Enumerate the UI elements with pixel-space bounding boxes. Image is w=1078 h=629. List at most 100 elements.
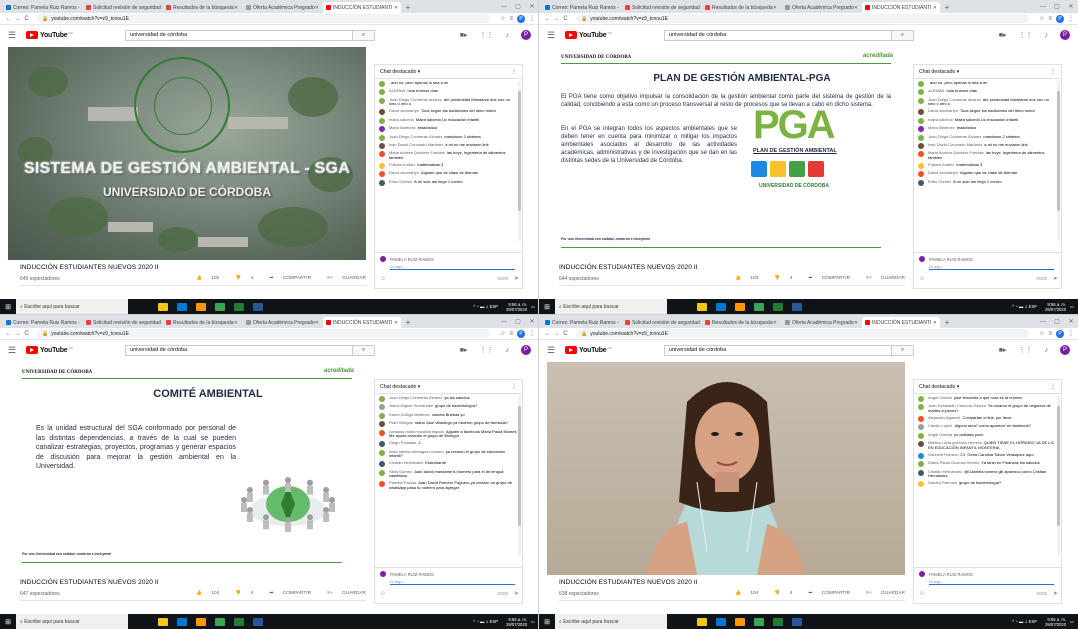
tab-close-icon[interactable]: ✕ bbox=[234, 320, 238, 326]
browser-tab[interactable]: Solicitud revisión de seguridad✕ bbox=[622, 2, 700, 13]
tab-close-icon[interactable]: ✕ bbox=[394, 320, 398, 326]
close-window-icon[interactable]: ✕ bbox=[525, 2, 539, 13]
search-input[interactable]: universidad de córdoba bbox=[125, 344, 354, 356]
minimize-icon[interactable]: — bbox=[1036, 317, 1050, 328]
tab-close-icon[interactable]: ✕ bbox=[315, 5, 319, 11]
url-field[interactable]: 🔒 youtube.com/watch?v=z9_tcnou1E bbox=[37, 14, 491, 23]
chat-header[interactable]: Chat destacado ▾ ⋮ bbox=[914, 380, 1061, 394]
store-icon[interactable] bbox=[716, 302, 726, 311]
tab-close-icon[interactable]: ✕ bbox=[315, 320, 319, 326]
hamburger-icon[interactable]: ☰ bbox=[8, 345, 22, 356]
file-explorer-icon[interactable] bbox=[697, 302, 707, 311]
chat-header[interactable]: Chat destacado ▾ ⋮ bbox=[914, 65, 1061, 79]
chat-scrollbar[interactable] bbox=[518, 81, 521, 241]
new-tab-button[interactable]: + bbox=[403, 317, 413, 328]
menu-icon[interactable]: ≡ bbox=[509, 16, 513, 22]
tab-close-icon[interactable]: ✕ bbox=[773, 5, 777, 11]
menu-icon[interactable]: ≡ bbox=[509, 331, 513, 337]
apps-grid-icon[interactable]: ⋮⋮ bbox=[1019, 31, 1033, 39]
dislike-button[interactable]: 👎 4 bbox=[766, 591, 792, 596]
create-video-icon[interactable]: ■▸ bbox=[999, 31, 1007, 39]
share-button[interactable]: ➦ COMPARTIR bbox=[800, 591, 850, 596]
create-video-icon[interactable]: ■▸ bbox=[999, 346, 1007, 354]
excel-icon[interactable] bbox=[234, 617, 244, 626]
emoji-icon[interactable]: ☺ bbox=[380, 276, 386, 282]
taskbar-search[interactable]: ⌕ Escribe aquí para buscar bbox=[555, 614, 667, 629]
notification-icon[interactable]: ▭ bbox=[531, 619, 535, 624]
dislike-button[interactable]: 👎 4 bbox=[227, 276, 253, 281]
back-icon[interactable]: ← bbox=[543, 331, 552, 337]
browser-tab[interactable]: Oferta Académica Pregrado ✕ bbox=[782, 317, 860, 328]
clock[interactable]: 9:56 a. m. 29/07/2020 bbox=[1041, 302, 1066, 312]
video-player[interactable]: UNIVERSIDAD DE CÓRDOBA acreditada COMITÉ A… bbox=[8, 362, 366, 575]
forward-icon[interactable]: → bbox=[13, 331, 22, 337]
browser-tab[interactable]: INDUCCIÓN ESTUDIANTI ✕ bbox=[862, 317, 940, 328]
minimize-icon[interactable]: — bbox=[497, 2, 511, 13]
browser-tab[interactable]: Resultados de la búsqueda ✕ bbox=[702, 317, 780, 328]
more-icon[interactable]: ⋮ bbox=[529, 15, 535, 22]
browser-tab[interactable]: Solicitud revisión de seguridad✕ bbox=[83, 317, 161, 328]
like-button[interactable]: 👍 104 bbox=[188, 591, 219, 596]
search-icon[interactable]: ⌕ bbox=[353, 29, 376, 41]
search-icon[interactable]: ⌕ bbox=[892, 344, 915, 356]
forward-icon[interactable]: → bbox=[13, 16, 22, 22]
folder-icon[interactable] bbox=[735, 617, 745, 626]
new-tab-button[interactable]: + bbox=[942, 2, 952, 13]
folder-icon[interactable] bbox=[196, 302, 206, 311]
save-button[interactable]: ≡+ GUARDAR bbox=[858, 276, 905, 281]
maximize-icon[interactable]: ▢ bbox=[511, 2, 525, 13]
hamburger-icon[interactable]: ☰ bbox=[547, 30, 561, 41]
word-icon[interactable] bbox=[792, 302, 802, 311]
tab-close-icon[interactable]: ✕ bbox=[933, 320, 937, 326]
apps-grid-icon[interactable]: ⋮⋮ bbox=[480, 346, 494, 354]
forward-icon[interactable]: → bbox=[552, 16, 561, 22]
chat-more-icon[interactable]: ⋮ bbox=[511, 383, 517, 390]
emoji-icon[interactable]: ☺ bbox=[919, 276, 925, 282]
like-button[interactable]: 👍 103 bbox=[727, 276, 758, 281]
youtube-avatar[interactable]: P bbox=[1060, 30, 1070, 40]
excel-icon[interactable] bbox=[234, 302, 244, 311]
browser-tab[interactable]: Resultados de la búsqueda ✕ bbox=[163, 317, 241, 328]
search-input[interactable]: universidad de córdoba bbox=[125, 29, 354, 41]
chat-input[interactable]: Di algo... bbox=[929, 264, 1054, 270]
emoji-icon[interactable]: ☺ bbox=[919, 591, 925, 597]
maximize-icon[interactable]: ▢ bbox=[1050, 317, 1064, 328]
create-video-icon[interactable]: ■▸ bbox=[460, 31, 468, 39]
url-field[interactable]: 🔒 youtube.com/watch?v=z9_tcnou1E bbox=[576, 329, 1030, 338]
chat-input[interactable]: Di algo... bbox=[929, 579, 1054, 585]
star-icon[interactable]: ☆ bbox=[500, 330, 505, 337]
share-button[interactable]: ➦ COMPARTIR bbox=[800, 276, 850, 281]
windows-start-icon[interactable]: ⊞ bbox=[539, 303, 555, 311]
browser-tab[interactable]: Resultados de la búsqueda ✕ bbox=[163, 2, 241, 13]
youtube-logo[interactable]: YouTube CO bbox=[565, 31, 612, 39]
emoji-icon[interactable]: ☺ bbox=[380, 591, 386, 597]
send-icon[interactable]: ➤ bbox=[514, 590, 519, 597]
chrome-icon[interactable] bbox=[754, 617, 764, 626]
minimize-icon[interactable]: — bbox=[1036, 2, 1050, 13]
star-icon[interactable]: ☆ bbox=[1039, 330, 1044, 337]
save-button[interactable]: ≡+ GUARDAR bbox=[319, 276, 366, 281]
more-icon[interactable]: ⋮ bbox=[1068, 330, 1074, 337]
menu-icon[interactable]: ≡ bbox=[1048, 16, 1052, 22]
apps-grid-icon[interactable]: ⋮⋮ bbox=[1019, 346, 1033, 354]
search-icon[interactable]: ⌕ bbox=[353, 344, 376, 356]
notifications-bell-icon[interactable]: ♪ bbox=[506, 347, 510, 354]
reload-icon[interactable]: C bbox=[561, 331, 570, 337]
browser-tab[interactable]: Correo: Pamela Ruiz Ramos - C✕ bbox=[542, 317, 620, 328]
back-icon[interactable]: ← bbox=[543, 16, 552, 22]
dislike-button[interactable]: 👎 4 bbox=[766, 276, 792, 281]
hamburger-icon[interactable]: ☰ bbox=[547, 345, 561, 356]
video-player[interactable] bbox=[547, 362, 905, 575]
youtube-avatar[interactable]: P bbox=[521, 345, 531, 355]
save-button[interactable]: ≡+ GUARDAR bbox=[858, 591, 905, 596]
chat-input[interactable]: Di algo... bbox=[390, 264, 515, 270]
back-icon[interactable]: ← bbox=[4, 331, 13, 337]
chrome-icon[interactable] bbox=[215, 302, 225, 311]
store-icon[interactable] bbox=[177, 302, 187, 311]
tray-icons[interactable]: ^ ◔ ▬ ♫ ESP bbox=[1012, 619, 1037, 624]
windows-start-icon[interactable]: ⊞ bbox=[539, 618, 555, 626]
taskbar-search[interactable]: ⌕ Escribe aquí para buscar bbox=[16, 614, 128, 629]
apps-grid-icon[interactable]: ⋮⋮ bbox=[480, 31, 494, 39]
send-icon[interactable]: ➤ bbox=[1053, 590, 1058, 597]
file-explorer-icon[interactable] bbox=[158, 617, 168, 626]
